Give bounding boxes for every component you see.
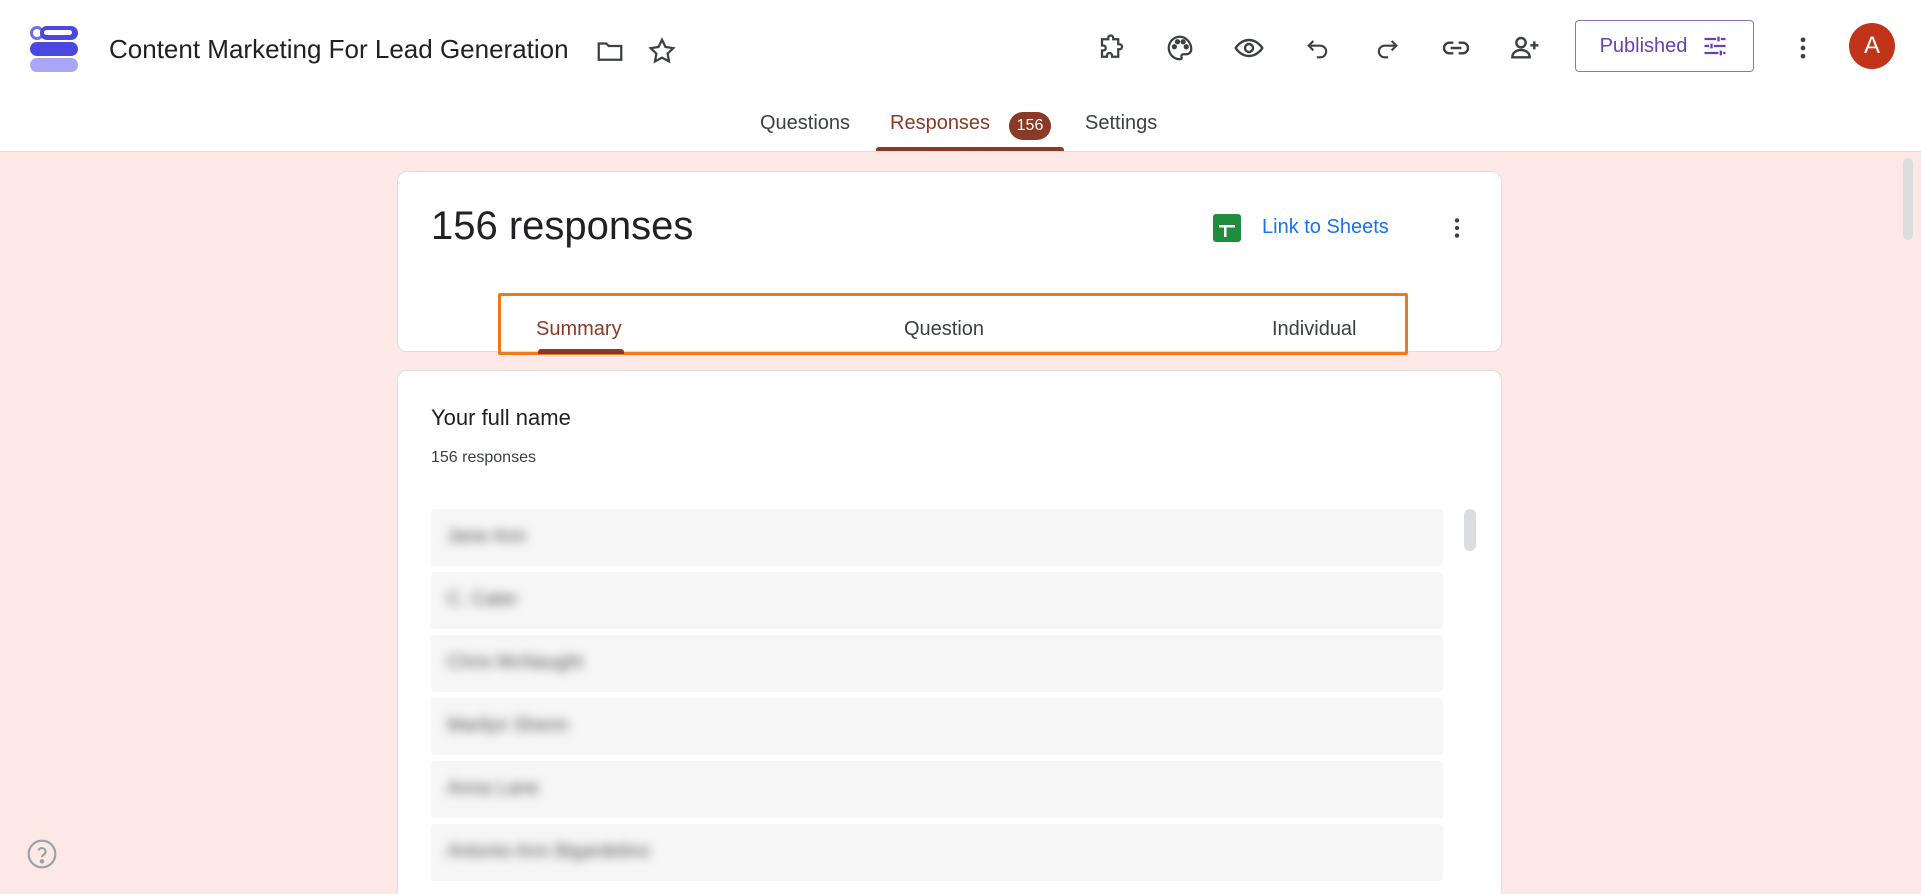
view-tabs: Summary Question Individual — [498, 293, 1408, 355]
link-to-sheets-button[interactable]: Link to Sheets — [1262, 216, 1389, 239]
more-options-icon[interactable] — [1439, 210, 1475, 246]
response-text: Anna Lane — [447, 778, 539, 799]
palette-icon[interactable] — [1158, 26, 1202, 70]
response-list[interactable]: Jane Ann C. Cater Chris McNaught Marilyn… — [431, 509, 1443, 887]
tab-responses[interactable]: Responses — [890, 112, 990, 135]
page-scrollbar[interactable] — [1903, 158, 1913, 240]
forms-logo-icon[interactable] — [30, 26, 80, 72]
list-item: C. Cater — [431, 572, 1443, 629]
more-vert-icon[interactable] — [1781, 26, 1825, 70]
help-icon[interactable] — [26, 838, 58, 870]
add-collaborator-icon[interactable] — [1503, 26, 1547, 70]
response-text: Chris McNaught — [447, 652, 584, 673]
responses-summary-card: 156 responses Link to Sheets Summary Que… — [397, 171, 1502, 355]
summary-tab-indicator — [538, 349, 624, 354]
star-icon[interactable] — [645, 34, 679, 68]
avatar[interactable]: A — [1849, 23, 1895, 69]
list-scrollbar[interactable] — [1464, 509, 1476, 551]
question-title: Your full name — [431, 405, 571, 430]
redo-icon[interactable] — [1365, 26, 1409, 70]
active-tab-indicator — [876, 147, 1064, 151]
list-item: Antonio Ann Bigardelino — [431, 824, 1443, 881]
response-text: Jane Ann — [447, 526, 527, 547]
list-item: Anna Lane — [431, 761, 1443, 818]
tune-icon — [1704, 36, 1726, 56]
sheets-icon[interactable] — [1213, 214, 1241, 242]
document-title[interactable]: Content Marketing For Lead Generation — [109, 34, 569, 65]
responses-count-badge: 156 — [1009, 112, 1051, 140]
list-item: Jane Ann — [431, 509, 1443, 566]
list-item: Chris McNaught — [431, 635, 1443, 692]
response-text: C. Cater — [447, 589, 518, 610]
tab-summary[interactable]: Summary — [536, 318, 622, 341]
addons-icon[interactable] — [1090, 26, 1134, 70]
link-icon[interactable] — [1434, 26, 1478, 70]
question-response-count: 156 responses — [431, 449, 536, 466]
tab-questions[interactable]: Questions — [760, 112, 850, 135]
folder-icon[interactable] — [593, 34, 627, 68]
tab-individual[interactable]: Individual — [1272, 318, 1357, 341]
published-button[interactable]: Published — [1575, 20, 1754, 72]
response-text: Marilyn Shenn — [447, 715, 569, 736]
tab-settings[interactable]: Settings — [1085, 112, 1157, 135]
list-item: Marilyn Shenn — [431, 698, 1443, 755]
undo-icon[interactable] — [1296, 26, 1340, 70]
published-label: Published — [1599, 34, 1688, 57]
response-text: Antonio Ann Bigardelino — [447, 841, 650, 862]
question-summary-card: Your full name 156 responses Jane Ann C.… — [397, 370, 1502, 894]
app-header: Content Marketing For Lead Generation Pu… — [0, 0, 1921, 152]
tab-question[interactable]: Question — [904, 318, 984, 341]
responses-count-heading: 156 responses — [431, 204, 694, 248]
preview-icon[interactable] — [1227, 26, 1271, 70]
